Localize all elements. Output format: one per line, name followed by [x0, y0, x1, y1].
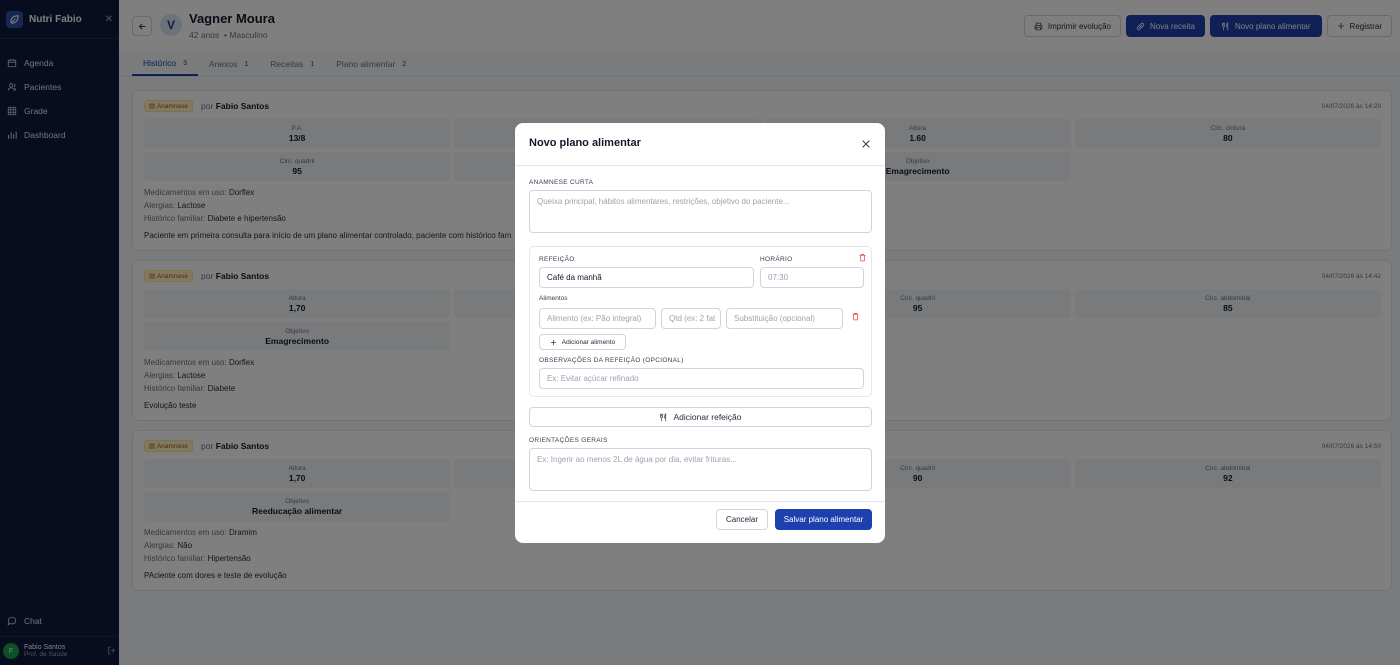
meal-observations-label: OBSERVAÇÕES DA REFEIÇÃO (OPCIONAL)	[539, 357, 684, 364]
cancel-button[interactable]: Cancelar	[716, 509, 768, 530]
substitution-input[interactable]: Substituição (opcional)	[726, 308, 843, 329]
add-meal-button[interactable]: Adicionar refeição	[529, 407, 872, 427]
meal-time-input[interactable]: 07:30	[760, 267, 864, 288]
close-icon[interactable]	[861, 139, 871, 149]
general-guidelines-textarea[interactable]: Ex: Ingerir ao menos 2L de água por dia,…	[529, 448, 872, 491]
food-input[interactable]: Alimento (ex: Pão integral)	[539, 308, 656, 329]
foods-label: Alimentos	[539, 295, 568, 302]
time-label: HORÁRIO	[760, 256, 793, 263]
add-food-button[interactable]: Adicionar alimento	[539, 334, 626, 350]
meal-section: REFEIÇÃO HORÁRIO Café da manhã 07:30 Ali…	[529, 246, 872, 397]
add-food-label: Adicionar alimento	[561, 338, 616, 346]
meal-name-input[interactable]: Café da manhã	[539, 267, 754, 288]
trash-icon[interactable]	[851, 312, 860, 321]
trash-icon[interactable]	[858, 253, 867, 262]
add-meal-label: Adicionar refeição	[673, 412, 742, 422]
save-meal-plan-button[interactable]: Salvar plano alimentar	[775, 509, 872, 530]
plus-icon	[550, 339, 556, 345]
general-guidelines-label: ORIENTAÇÕES GERAIS	[529, 437, 608, 444]
anamnese-label: ANAMNESE CURTA	[529, 179, 594, 186]
quantity-input[interactable]: Qtd (ex: 2 fat	[661, 308, 721, 329]
dialog-title: Novo plano alimentar	[529, 137, 641, 149]
new-meal-plan-dialog: Novo plano alimentar ANAMNESE CURTA Quei…	[515, 123, 885, 543]
utensils-icon	[660, 412, 667, 421]
meal-observations-input[interactable]: Ex: Evitar açúcar refinado	[539, 368, 864, 389]
meal-label: REFEIÇÃO	[539, 256, 575, 263]
dialog-header-divider	[515, 165, 885, 166]
dialog-footer-divider	[515, 501, 885, 502]
anamnese-textarea[interactable]: Queixa principal, hábitos alimentares, r…	[529, 190, 872, 233]
